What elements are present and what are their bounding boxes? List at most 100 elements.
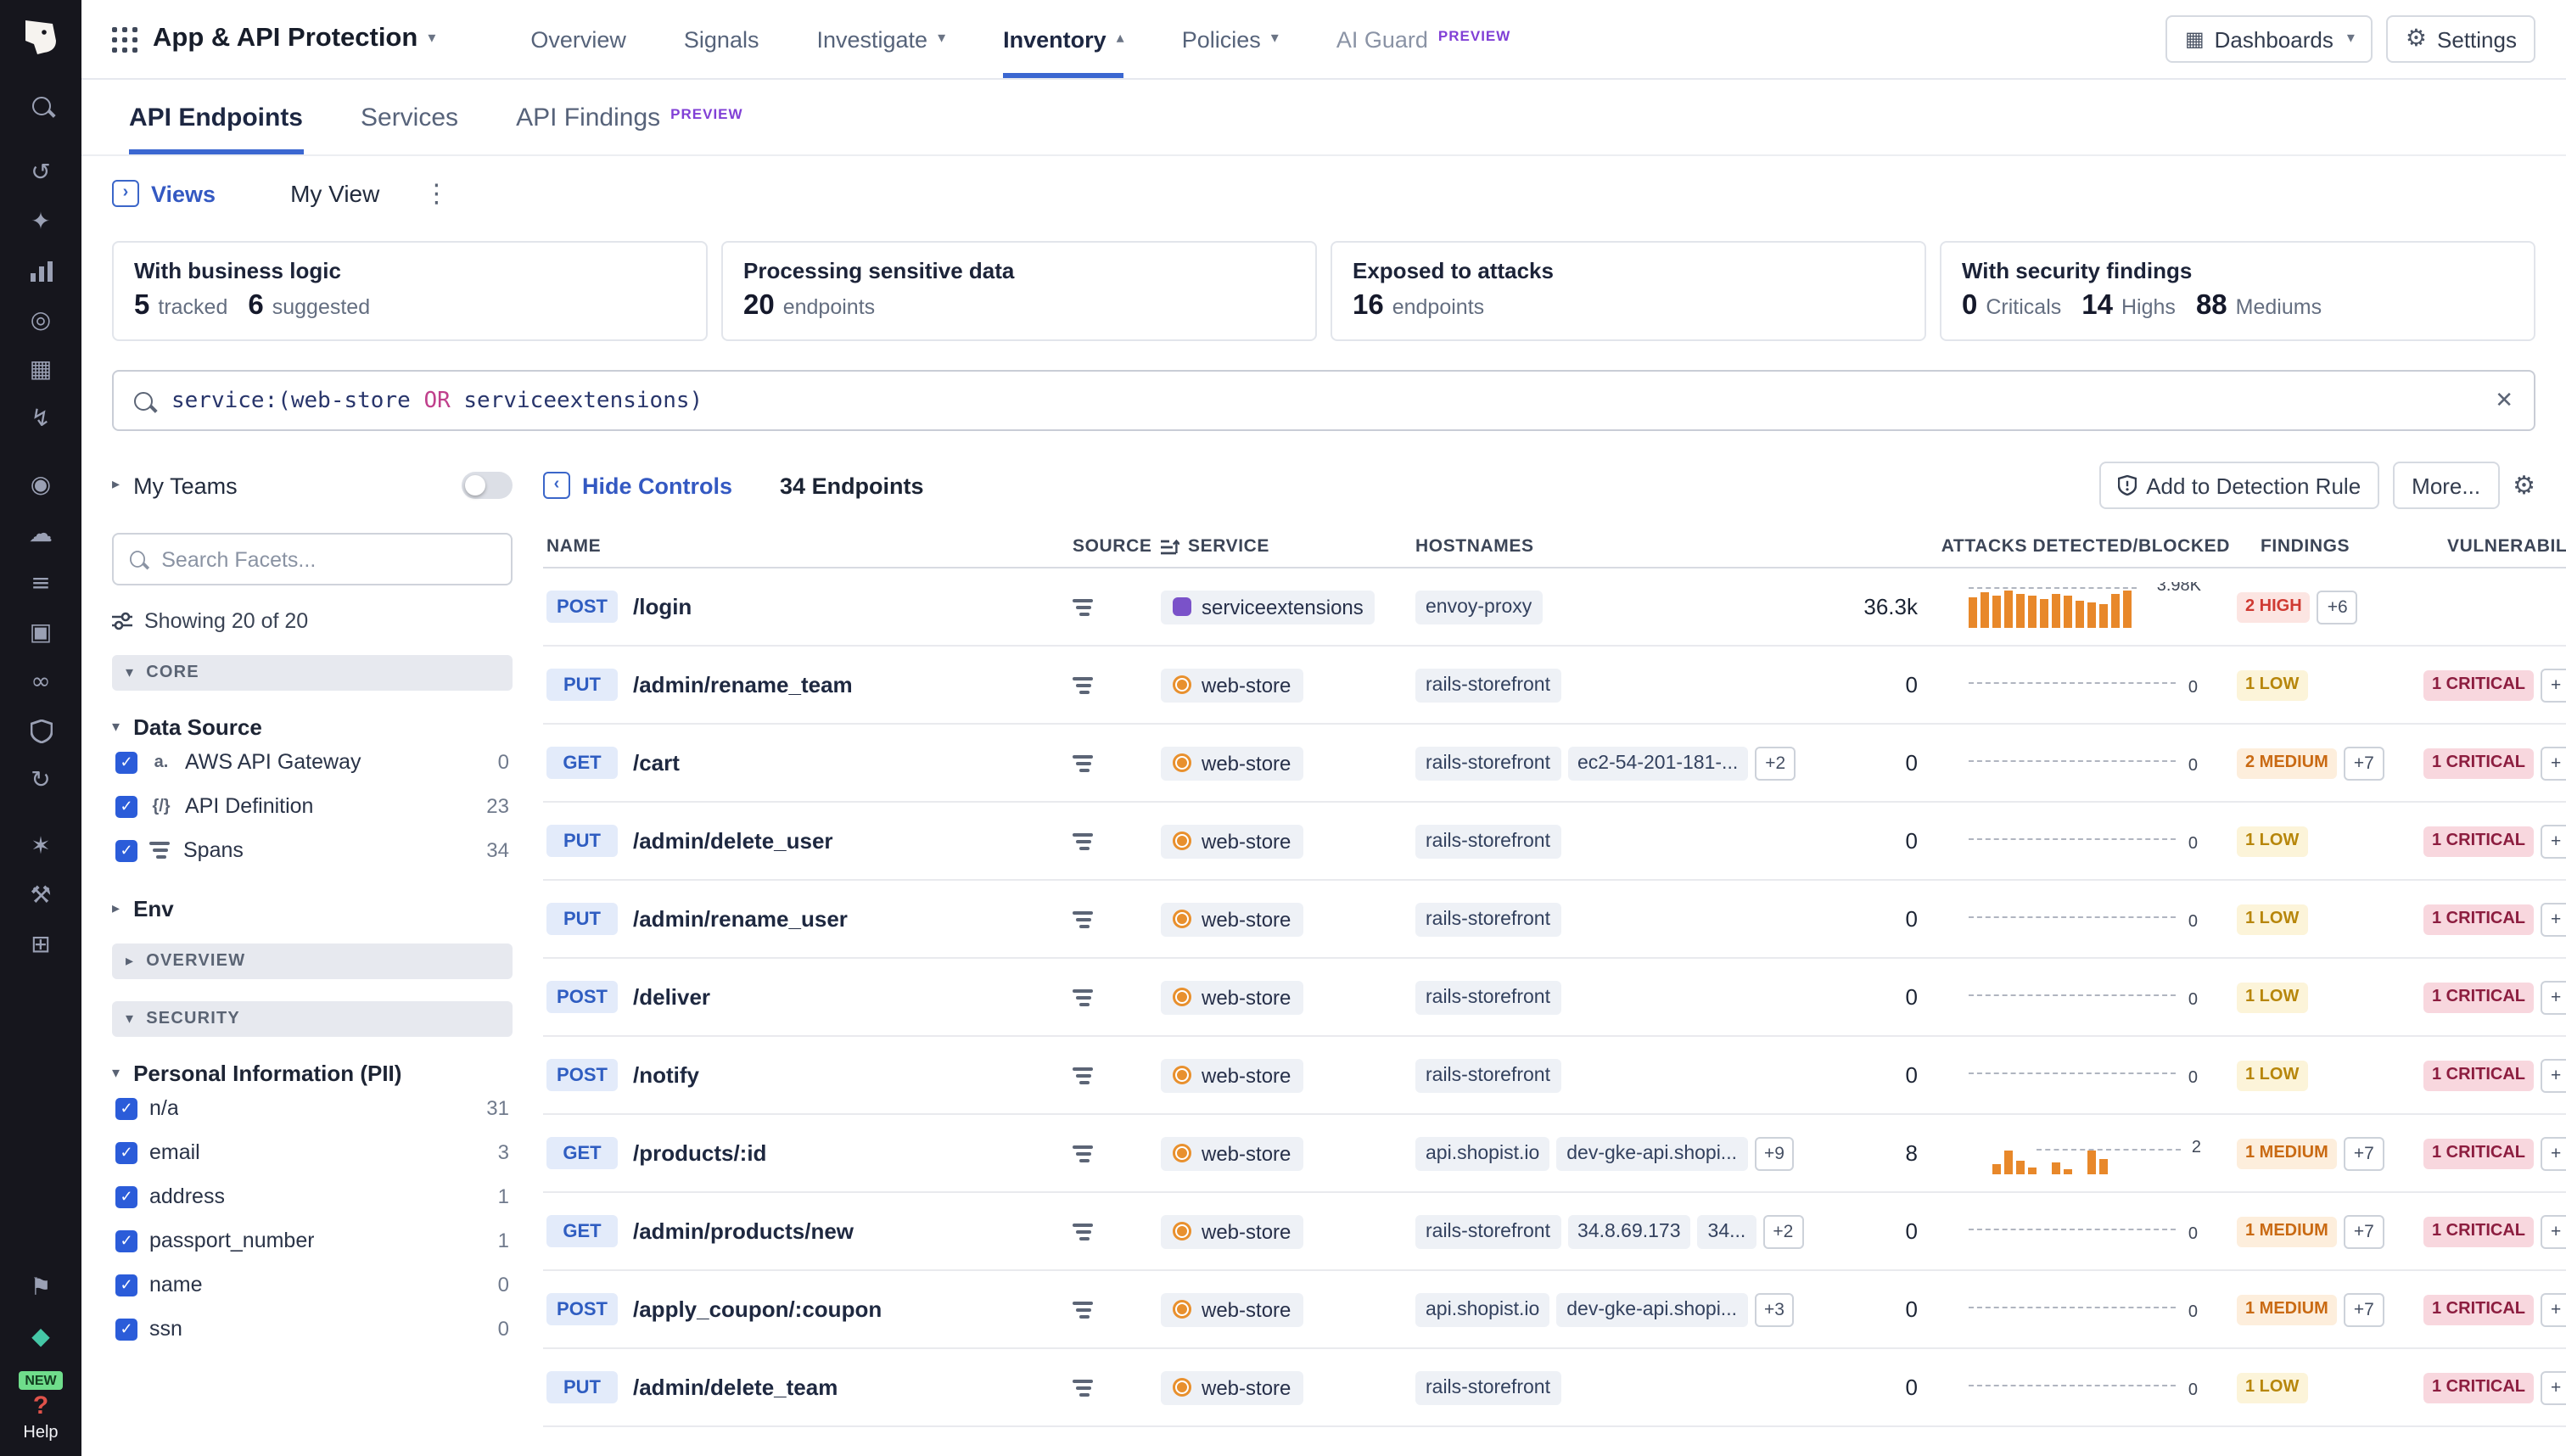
history-icon[interactable]: ↺ [0, 148, 81, 197]
header-service[interactable]: SERVICE [1161, 536, 1415, 557]
workflows-icon[interactable]: ⚒ [0, 871, 81, 920]
endpoint-path[interactable]: /notify [633, 1062, 699, 1088]
service-chip[interactable]: web-store [1161, 1058, 1303, 1092]
nav-policies[interactable]: Policies▾ [1182, 0, 1279, 78]
clear-query-icon[interactable]: ✕ [2495, 388, 2513, 413]
table-settings-gear-icon[interactable]: ⚙ [2513, 470, 2535, 501]
checkbox[interactable]: ✓ [115, 839, 137, 861]
more-vulnerabilities-badge[interactable]: + [2541, 1136, 2566, 1170]
header-findings[interactable]: FINDINGS [2254, 536, 2447, 557]
checkbox[interactable]: ✓ [115, 795, 137, 817]
views-button[interactable]: › Views [112, 180, 216, 207]
table-row[interactable]: GET /cart web-store rails-storefront ec2… [543, 725, 2566, 803]
nav-overview[interactable]: Overview [530, 0, 626, 78]
facet-group-env[interactable]: ▸ Env [112, 896, 513, 921]
service-chip[interactable]: web-store [1161, 1214, 1303, 1248]
more-vulnerabilities-badge[interactable]: + [2541, 1214, 2566, 1248]
releases-icon[interactable]: ⚑ [0, 1263, 81, 1312]
facet-search[interactable] [112, 533, 513, 585]
settings-button[interactable]: ⚙ Settings [2387, 15, 2535, 63]
hostname-chip[interactable]: api.shopist.io [1415, 1136, 1549, 1170]
vulnerability-badge[interactable]: 1 CRITICAL [2423, 982, 2534, 1012]
query-search-bar[interactable]: service:(web-store OR serviceextensions)… [112, 370, 2535, 431]
dashboards-button[interactable]: ▦ Dashboards ▾ [2166, 15, 2373, 63]
endpoint-path[interactable]: /admin/rename_team [633, 672, 853, 697]
checkbox[interactable]: ✓ [115, 751, 137, 773]
finding-severity-badge[interactable]: 2 HIGH [2237, 591, 2311, 622]
hostname-chip[interactable]: 34... [1698, 1214, 1756, 1248]
checkbox[interactable]: ✓ [115, 1229, 137, 1252]
more-vulnerabilities-badge[interactable]: + [2541, 1370, 2566, 1404]
more-findings-badge[interactable]: +6 [2317, 590, 2358, 624]
nav-signals[interactable]: Signals [684, 0, 759, 78]
more-hostnames-badge[interactable]: +3 [1754, 1292, 1795, 1326]
service-chip[interactable]: web-store [1161, 1292, 1303, 1326]
finding-severity-badge[interactable]: 1 LOW [2237, 982, 2307, 1012]
more-vulnerabilities-badge[interactable]: + [2541, 980, 2566, 1014]
infrastructure-icon[interactable]: ▣ [0, 608, 81, 657]
finding-severity-badge[interactable]: 1 LOW [2237, 826, 2307, 856]
vulnerability-badge[interactable]: 1 CRITICAL [2423, 1216, 2534, 1246]
header-name[interactable]: NAME [543, 536, 1049, 557]
more-vulnerabilities-badge[interactable]: + [2541, 1292, 2566, 1326]
checkbox[interactable]: ✓ [115, 1097, 137, 1119]
service-chip[interactable]: serviceextensions [1161, 590, 1375, 624]
facet-search-input[interactable] [158, 546, 496, 573]
integrations-icon[interactable]: ∞ [0, 657, 81, 706]
search-icon[interactable] [0, 81, 81, 131]
facet-pii-email[interactable]: ✓ email 3 [112, 1130, 513, 1174]
facet-pii-ssn[interactable]: ✓ ssn 0 [112, 1307, 513, 1351]
header-vulnerabilities[interactable]: VULNERABILITIES [2447, 536, 2566, 557]
table-row[interactable]: PUT /admin/rename_team web-store rails-s… [543, 647, 2566, 725]
service-chip[interactable]: web-store [1161, 824, 1303, 858]
table-row[interactable]: GET /admin/products/new web-store rails-… [543, 1193, 2566, 1271]
facet-pii-name[interactable]: ✓ name 0 [112, 1263, 513, 1307]
finding-severity-badge[interactable]: 2 MEDIUM [2237, 748, 2337, 778]
my-teams-row[interactable]: ▸ My Teams [112, 460, 513, 511]
facet-section-overview[interactable]: ▸ OVERVIEW [112, 944, 513, 979]
facet-count-row[interactable]: Showing 20 of 20 [112, 609, 513, 633]
table-row[interactable]: GET /products/:id web-store api.shopist.… [543, 1115, 2566, 1193]
dashboards-icon[interactable]: ▦ [0, 344, 81, 394]
finding-severity-badge[interactable]: 1 MEDIUM [2237, 1216, 2337, 1246]
endpoint-path[interactable]: /deliver [633, 984, 710, 1010]
tab-api-endpoints[interactable]: API Endpoints [129, 80, 303, 154]
hostname-chip[interactable]: rails-storefront [1415, 902, 1560, 936]
table-row[interactable]: PUT /admin/delete_user web-store rails-s… [543, 803, 2566, 881]
tab-api-findings[interactable]: API FindingsPREVIEW [516, 80, 743, 154]
finding-severity-badge[interactable]: 1 MEDIUM [2237, 1138, 2337, 1168]
hostname-chip[interactable]: rails-storefront [1415, 1214, 1560, 1248]
whats-new-icon[interactable]: ◆ [0, 1312, 81, 1361]
table-row[interactable]: PUT /admin/rename_user web-store rails-s… [543, 881, 2566, 959]
monitors-icon[interactable]: ◎ [0, 295, 81, 344]
endpoint-path[interactable]: /admin/delete_team [633, 1375, 838, 1400]
vulnerability-badge[interactable]: 1 CRITICAL [2423, 748, 2534, 778]
header-source[interactable]: SOURCE [1049, 536, 1161, 557]
facet-api-definition[interactable]: ✓ {/} API Definition 23 [112, 784, 513, 828]
apps-grid-icon[interactable]: ⊞ [0, 920, 81, 969]
more-vulnerabilities-badge[interactable]: + [2541, 668, 2566, 702]
table-row[interactable]: POST /notify web-store rails-storefront … [543, 1037, 2566, 1115]
logs-icon[interactable]: ≡ [0, 558, 81, 608]
facet-aws-api-gateway[interactable]: ✓ a. AWS API Gateway 0 [112, 740, 513, 784]
hostname-chip[interactable]: rails-storefront [1415, 824, 1560, 858]
facet-pii-passport-number[interactable]: ✓ passport_number 1 [112, 1218, 513, 1263]
service-chip[interactable]: web-store [1161, 902, 1303, 936]
facet-spans[interactable]: ✓ Spans 34 [112, 828, 513, 872]
more-hostnames-badge[interactable]: +2 [1762, 1214, 1803, 1248]
service-chip[interactable]: web-store [1161, 1370, 1303, 1404]
card-sensitive-data[interactable]: Processing sensitive data 20 endpoints [721, 241, 1317, 341]
endpoint-path[interactable]: /apply_coupon/:coupon [633, 1296, 882, 1322]
hostname-chip[interactable]: 34.8.69.173 [1567, 1214, 1691, 1248]
facet-pii-address[interactable]: ✓ address 1 [112, 1174, 513, 1218]
datadog-logo[interactable] [19, 17, 63, 58]
vulnerability-badge[interactable]: 1 CRITICAL [2423, 826, 2534, 856]
more-hostnames-badge[interactable]: +2 [1755, 746, 1796, 780]
checkbox[interactable]: ✓ [115, 1141, 137, 1163]
help-question-icon[interactable]: ? [33, 1393, 48, 1420]
metrics-icon[interactable] [0, 246, 81, 295]
more-vulnerabilities-badge[interactable]: + [2541, 902, 2566, 936]
vulnerability-badge[interactable]: 1 CRITICAL [2423, 1138, 2534, 1168]
ci-pipelines-icon[interactable]: ↻ [0, 755, 81, 804]
help-label[interactable]: Help [23, 1424, 58, 1442]
